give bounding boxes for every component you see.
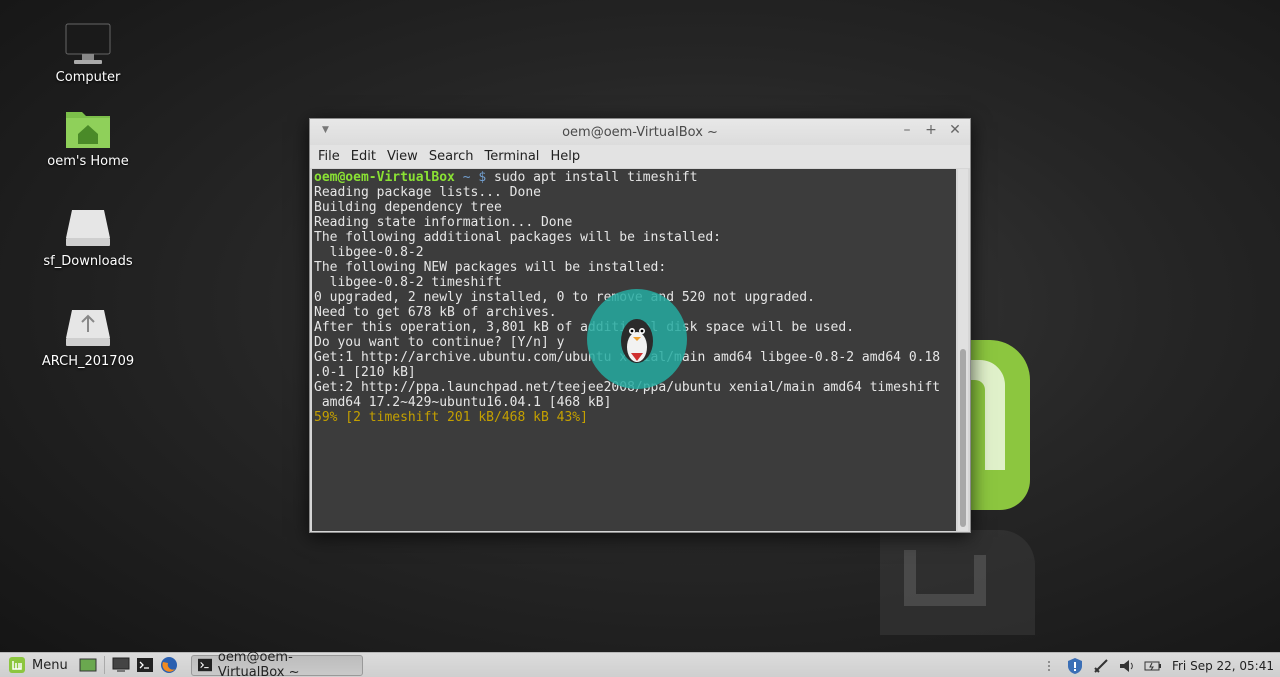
menu-edit[interactable]: Edit [351,149,376,164]
network-icon[interactable] [1092,657,1110,675]
desktop-icon-label: oem's Home [47,154,129,169]
desktop-icon-label: sf_Downloads [43,254,133,269]
desktop-icon-label: ARCH_201709 [41,354,135,369]
system-tray: Fri Sep 22, 05:41 [1040,653,1274,677]
home-folder-icon [66,112,110,148]
prompt-line: oem@oem-VirtualBox ~ $ sudo apt install … [314,170,954,185]
output-line: Building dependency tree [314,200,502,215]
menu-label: Menu [32,657,68,673]
bottom-panel: Menu oem@oem-VirtualBox ~ Fri Sep 22, 05… [0,650,1280,677]
output-line: amd64 17.2~429~ubuntu16.04.1 [468 kB] [314,395,612,410]
desktop-icon-sf-downloads[interactable]: sf_Downloads [28,206,148,269]
terminal-scrollbar[interactable] [958,169,968,531]
launcher-terminal[interactable] [135,656,155,674]
window-menu-icon[interactable]: ▼ [322,125,329,135]
volume-icon[interactable] [1118,657,1136,675]
taskbar-terminal-window[interactable]: oem@oem-VirtualBox ~ [190,650,363,677]
maximize-button[interactable]: + [924,122,938,138]
output-line: Reading state information... Done [314,215,573,230]
start-menu-button[interactable]: Menu [0,653,76,677]
terminal-icon [197,658,212,672]
penguin-icon [621,319,653,363]
computer-icon [65,23,111,64]
output-line: libgee-0.8-2 [314,245,424,260]
desktop-icon-arch[interactable]: ARCH_201709 [28,306,148,369]
menu-search[interactable]: Search [429,149,474,164]
scrollbar-thumb[interactable] [960,349,966,527]
minimize-button[interactable]: – [900,122,914,138]
menu-terminal[interactable]: Terminal [484,149,539,164]
panel-separator [103,656,105,674]
battery-icon[interactable] [1144,657,1162,675]
drive-icon [66,210,110,246]
window-titlebar[interactable]: ▼ oem@oem-VirtualBox ~ – + ✕ [310,119,970,145]
launcher-firefox[interactable] [159,656,179,674]
tray-separator-icon [1040,657,1058,675]
desktop-icon-label: Computer [55,70,121,85]
usb-drive-icon [66,310,110,346]
prompt-path: ~ $ [454,170,487,185]
computer-icon [112,657,130,672]
terminal-icon [136,658,153,672]
terminal-menubar: File Edit View Search Terminal Help [310,145,970,168]
launcher-file-manager[interactable] [111,656,131,674]
output-line: The following NEW packages will be insta… [314,260,667,275]
show-desktop-button[interactable] [78,656,98,674]
prompt-user: oem@oem-VirtualBox [314,170,455,185]
command-text: sudo apt install timeshift [486,170,698,185]
shield-icon[interactable] [1066,657,1084,675]
penguin-overlay-badge [587,289,687,389]
firefox-icon [160,657,177,673]
menu-view[interactable]: View [387,149,418,164]
output-line: Reading package lists... Done [314,185,541,200]
desktop-icon-computer[interactable]: Computer [28,22,148,85]
desktop-icon-home[interactable]: oem's Home [28,106,148,169]
window-title: oem@oem-VirtualBox ~ [562,124,718,140]
panel-clock[interactable]: Fri Sep 22, 05:41 [1172,659,1274,673]
menu-help[interactable]: Help [550,149,580,164]
show-desktop-icon [79,658,97,672]
taskbar-label: oem@oem-VirtualBox ~ [217,650,300,677]
close-button[interactable]: ✕ [948,122,962,138]
menu-file[interactable]: File [318,149,340,164]
output-line: The following additional packages will b… [314,230,721,245]
mint-menu-icon [9,657,25,673]
output-line: libgee-0.8-2 timeshift [314,275,502,290]
progress-line: 59% [2 timeshift 201 kB/468 kB 43%] [314,410,588,425]
